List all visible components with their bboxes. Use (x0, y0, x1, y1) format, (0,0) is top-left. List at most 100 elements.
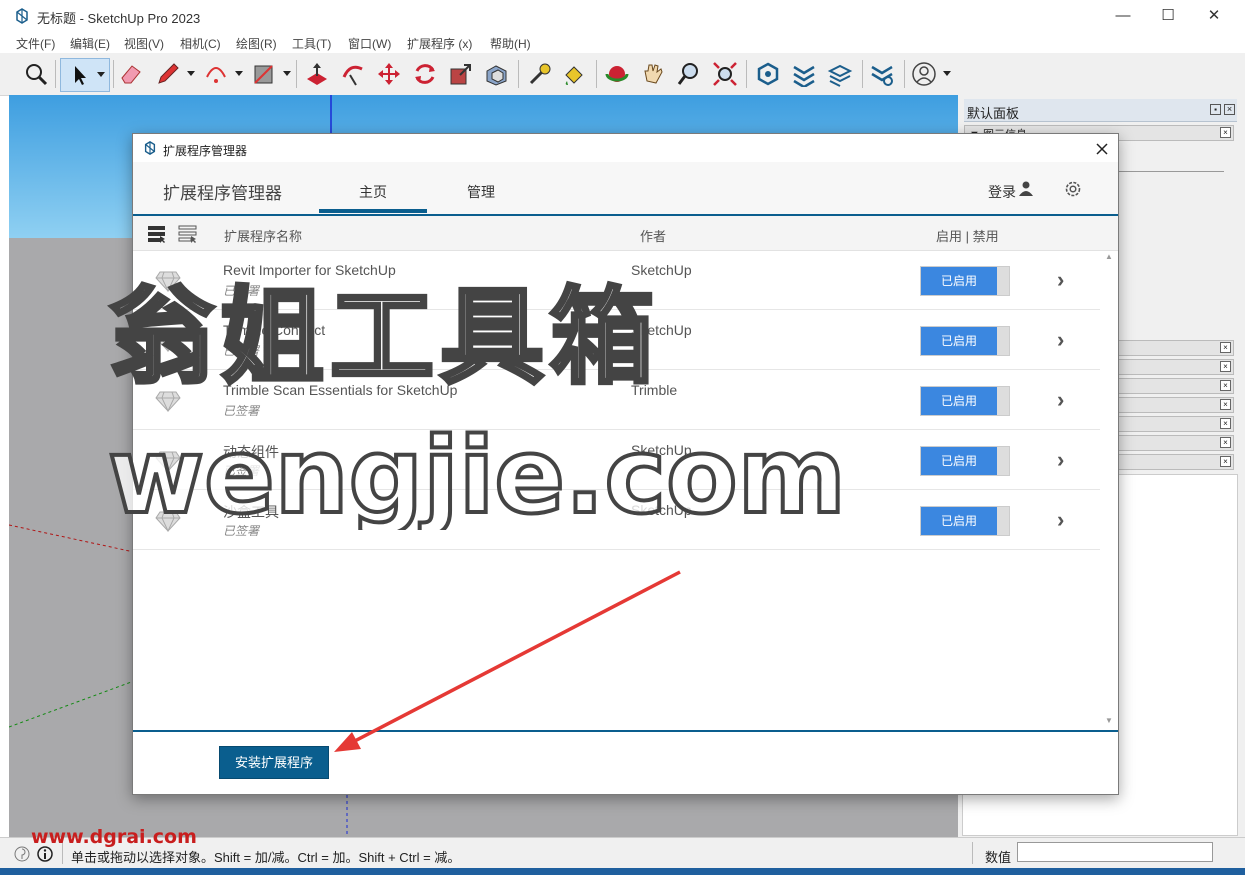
user-icon[interactable] (1019, 181, 1033, 196)
list-item[interactable]: 动态组件 已签署 SketchUp 已启用 › (133, 430, 1100, 490)
extension-manager-icon[interactable] (869, 61, 895, 87)
close-icon[interactable]: × (1220, 437, 1231, 448)
zoom-tool-icon[interactable] (676, 61, 702, 87)
menu-camera[interactable]: 相机(C) (180, 35, 221, 52)
compact-view-icon[interactable] (178, 225, 198, 243)
warehouse-icon[interactable] (755, 61, 781, 87)
pan-icon[interactable] (640, 61, 666, 87)
chevron-right-icon[interactable]: › (1057, 387, 1064, 413)
scroll-down-icon[interactable]: ▼ (1105, 716, 1113, 725)
tray-close-icon[interactable]: × (1224, 104, 1235, 115)
extension-name: Revit Importer for SketchUp (223, 262, 396, 278)
close-icon[interactable]: × (1220, 361, 1231, 372)
arc-icon[interactable] (203, 61, 229, 87)
scale-icon[interactable] (448, 61, 474, 87)
pin-icon[interactable]: ▪ (1210, 104, 1221, 115)
close-icon[interactable] (1095, 142, 1109, 156)
scrollbar[interactable]: ▲ ▼ (1101, 250, 1117, 730)
close-icon[interactable]: × (1220, 418, 1231, 429)
toggle-label: 已启用 (921, 447, 997, 475)
select-tool-button[interactable] (60, 58, 110, 92)
chevron-down-icon[interactable] (187, 69, 195, 77)
tab-manage[interactable]: 管理 (467, 182, 495, 202)
status-bar: 单击或拖动以选择对象。Shift = 加/减。Ctrl = 加。Shift + … (0, 837, 1245, 869)
diamond-icon (155, 511, 181, 532)
close-icon[interactable]: × (1220, 399, 1231, 410)
login-link[interactable]: 登录 (988, 182, 1016, 202)
chevron-right-icon[interactable]: › (1057, 507, 1064, 533)
enable-toggle[interactable]: 已启用 (920, 326, 1010, 356)
offset-icon[interactable] (484, 61, 510, 87)
extension-author: SketchUp (631, 502, 692, 518)
push-pull-icon[interactable] (304, 61, 330, 87)
menu-view[interactable]: 视图(V) (124, 35, 164, 52)
column-author[interactable]: 作者 (640, 226, 666, 245)
menu-extensions[interactable]: 扩展程序 (x) (407, 35, 472, 52)
chevron-down-icon[interactable] (283, 69, 291, 77)
close-icon[interactable]: × (1220, 456, 1231, 467)
chevron-right-icon[interactable]: › (1057, 327, 1064, 353)
follow-me-icon[interactable] (340, 61, 366, 87)
zoom-extents-icon[interactable] (712, 61, 738, 87)
tab-home[interactable]: 主页 (359, 182, 387, 202)
toolbar-separator (904, 60, 905, 88)
toolbar-separator (862, 60, 863, 88)
menu-window[interactable]: 窗口(W) (348, 35, 391, 52)
chevron-down-icon[interactable] (943, 69, 951, 77)
value-input[interactable] (1017, 842, 1213, 862)
account-icon[interactable] (911, 61, 937, 87)
toolbar-separator (113, 60, 114, 88)
list-item[interactable]: 沙盒工具 已签署 SketchUp 已启用 › (133, 490, 1100, 550)
minimize-button[interactable]: — (1100, 0, 1146, 31)
extension-warehouse-icon[interactable] (791, 61, 817, 89)
sketchup-logo-icon (144, 141, 156, 155)
extension-manager-dialog: 扩展程序管理器 扩展程序管理器 主页 管理 登录 扩展程序名称 作者 启用 | … (132, 133, 1119, 795)
enable-toggle[interactable]: 已启用 (920, 386, 1010, 416)
layout-icon[interactable] (827, 61, 853, 87)
menu-draw[interactable]: 绘图(R) (236, 35, 277, 52)
pencil-icon[interactable] (155, 61, 181, 87)
enable-toggle[interactable]: 已启用 (920, 266, 1010, 296)
gear-icon[interactable] (1063, 179, 1083, 199)
extension-author: Trimble (631, 382, 678, 398)
close-icon[interactable]: × (1220, 127, 1231, 138)
chevron-down-icon[interactable] (235, 69, 243, 77)
divider (62, 842, 63, 864)
scroll-up-icon[interactable]: ▲ (1105, 252, 1113, 261)
move-icon[interactable] (376, 61, 402, 87)
extension-author: SketchUp (631, 442, 692, 458)
tape-measure-icon[interactable] (527, 61, 553, 87)
list-view-icon[interactable] (147, 225, 167, 243)
close-button[interactable]: ✕ (1191, 0, 1237, 31)
zoom-icon[interactable] (23, 61, 49, 87)
footer-divider (133, 730, 1118, 732)
enable-toggle[interactable]: 已启用 (920, 506, 1010, 536)
maximize-button[interactable]: ☐ (1145, 0, 1191, 31)
toggle-label: 已启用 (921, 267, 997, 295)
column-name[interactable]: 扩展程序名称 (224, 226, 302, 245)
eraser-icon[interactable] (118, 61, 144, 87)
chevron-right-icon[interactable]: › (1057, 447, 1064, 473)
rotate-icon[interactable] (412, 61, 438, 87)
info-icon[interactable] (37, 846, 53, 862)
close-icon[interactable]: × (1220, 342, 1231, 353)
menu-edit[interactable]: 编辑(E) (70, 35, 110, 52)
rectangle-icon[interactable] (251, 61, 277, 87)
menu-tools[interactable]: 工具(T) (292, 35, 331, 52)
column-enable: 启用 | 禁用 (936, 229, 999, 244)
toolbar-separator (296, 60, 297, 88)
geo-location-icon[interactable] (14, 846, 30, 862)
list-item[interactable]: Trimble Connect 已签署 SketchUp 已启用 › (133, 310, 1100, 370)
dialog-heading: 扩展程序管理器 (163, 184, 282, 203)
enable-toggle[interactable]: 已启用 (920, 446, 1010, 476)
menu-file[interactable]: 文件(F) (16, 35, 55, 52)
extension-name: Trimble Connect (223, 322, 326, 338)
menu-help[interactable]: 帮助(H) (490, 35, 531, 52)
install-extension-button[interactable]: 安装扩展程序 (219, 746, 329, 779)
list-item[interactable]: Trimble Scan Essentials for SketchUp 已签署… (133, 370, 1100, 430)
paint-bucket-icon[interactable] (561, 61, 587, 87)
list-item[interactable]: Revit Importer for SketchUp 已签署 SketchUp… (133, 250, 1100, 310)
close-icon[interactable]: × (1220, 380, 1231, 391)
chevron-right-icon[interactable]: › (1057, 267, 1064, 293)
orbit-icon[interactable] (604, 61, 630, 87)
